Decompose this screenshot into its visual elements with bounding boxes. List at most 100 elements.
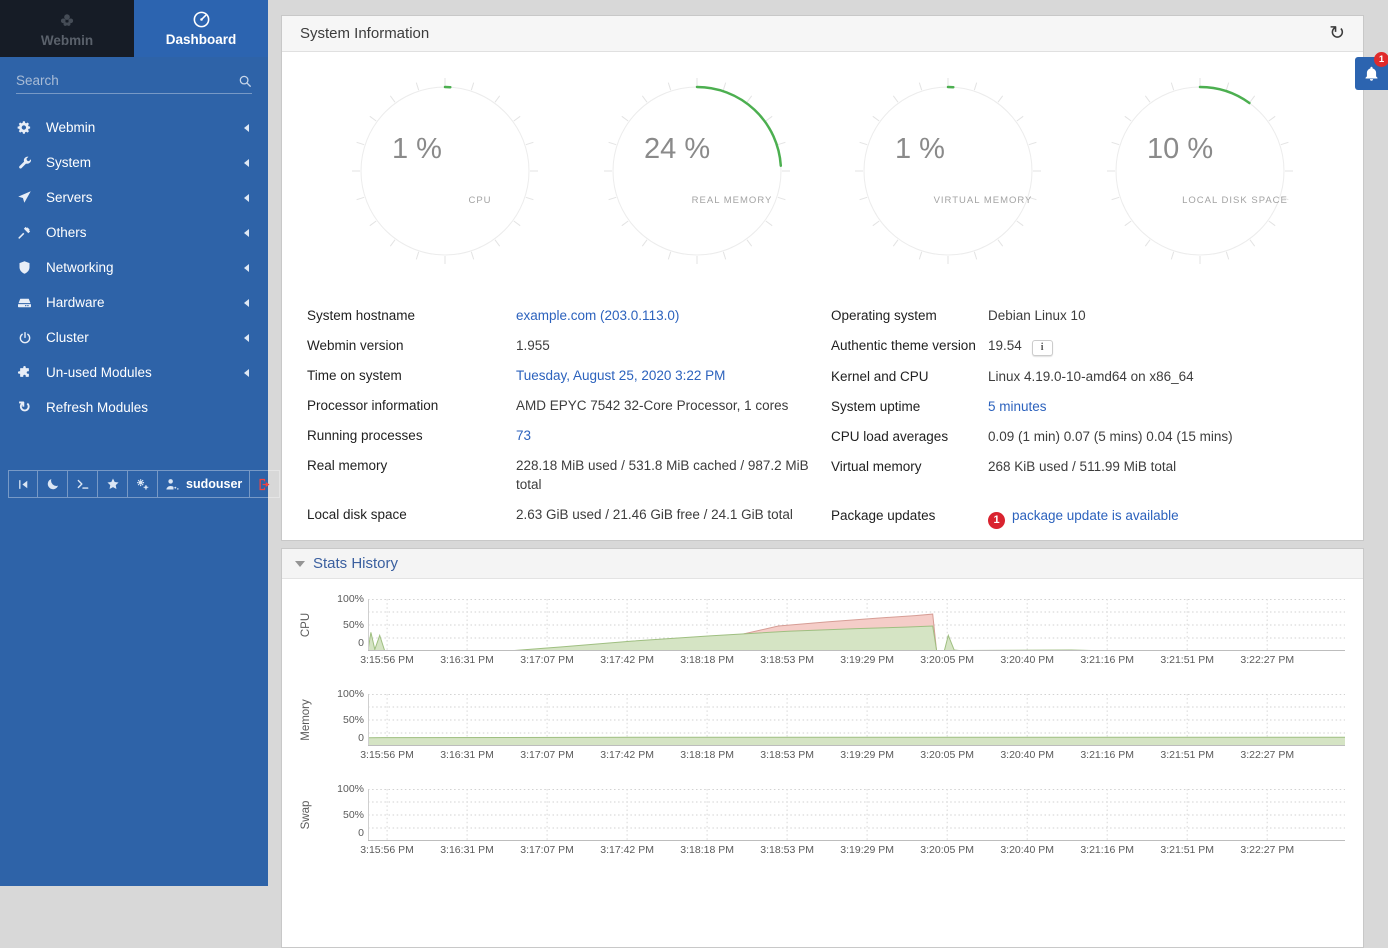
search-icon[interactable]: [238, 74, 252, 88]
info-row-processor-information: Processor informationAMD EPYC 7542 32-Co…: [307, 396, 831, 415]
info-link-time-on-system[interactable]: Tuesday, August 25, 2020 3:22 PM: [516, 368, 725, 383]
puzzle-icon: [16, 365, 33, 380]
chart-ytick: 0: [320, 732, 364, 744]
favorites-button[interactable]: [98, 470, 128, 498]
chart-xtick: 3:21:16 PM: [1080, 844, 1134, 856]
tab-webmin[interactable]: Webmin: [0, 0, 134, 57]
sidebar-nav: WebminSystem Servers Others NetworkingHardw…: [0, 110, 268, 425]
chart-plot-swap: [368, 789, 1345, 841]
info-value: 2.63 GiB used / 21.46 GiB free / 24.1 Gi…: [516, 505, 793, 524]
chart-xtick: 3:21:51 PM: [1160, 844, 1214, 856]
search-row: [16, 73, 252, 94]
stats-charts: CPU100%50%03:15:56 PM3:16:31 PM3:17:07 P…: [282, 579, 1363, 876]
search-input[interactable]: [16, 73, 238, 88]
info-link-running-processes[interactable]: 73: [516, 428, 531, 443]
info-value: 268 KiB used / 511.99 MiB total: [988, 457, 1176, 476]
system-info-right-column: Operating systemDebian Linux 10 Authentic…: [831, 306, 1338, 540]
submenu-caret-icon: [240, 159, 249, 167]
chart-xtick: 3:18:18 PM: [680, 654, 734, 666]
refresh-page-button[interactable]: ↻: [1329, 24, 1345, 43]
chart-xtick: 3:17:07 PM: [520, 844, 574, 856]
chart-xtick: 3:17:42 PM: [600, 749, 654, 761]
chart-ytick: 50%: [320, 714, 364, 726]
sidebar-item-others[interactable]: Others: [0, 215, 268, 250]
notifications-button[interactable]: 1: [1355, 57, 1388, 90]
info-label: Local disk space: [307, 505, 516, 524]
sidebar-item-hardware[interactable]: Hardware: [0, 285, 268, 320]
logout-icon: [257, 477, 272, 492]
tab-webmin-label: Webmin: [41, 33, 93, 48]
system-information-panel: System Information ↻ 1 %CPU24 %REAL MEMO…: [281, 15, 1364, 541]
collapse-navigation-button[interactable]: [8, 470, 38, 498]
info-label: Webmin version: [307, 336, 516, 355]
svg-text:LOCAL DISK SPACE: LOCAL DISK SPACE: [1182, 195, 1288, 206]
chart-xtick: 3:15:56 PM: [360, 749, 414, 761]
user-button[interactable]: sudouser: [158, 470, 250, 498]
info-label: System hostname: [307, 306, 516, 325]
info-label: Package updates: [831, 506, 988, 529]
sidebar-item-system[interactable]: System: [0, 145, 268, 180]
gauges-row: 1 %CPU24 %REAL MEMORY1 %VIRTUAL MEMORY10…: [282, 52, 1363, 266]
logout-button[interactable]: [250, 470, 280, 498]
info-text: 1.955: [516, 338, 550, 353]
submenu-caret-icon: [240, 299, 249, 307]
gauge-real-memory: 24 %REAL MEMORY: [602, 76, 792, 266]
chart-ytick: 0: [320, 637, 364, 649]
terminal-button[interactable]: [68, 470, 98, 498]
stats-history-panel: Stats History CPU100%50%03:15:56 PM3:16:…: [281, 548, 1364, 948]
chart-memory: Memory100%50%03:15:56 PM3:16:31 PM3:17:0…: [282, 686, 1363, 781]
power-icon: [16, 331, 33, 345]
sidebar-item-networking[interactable]: Networking: [0, 250, 268, 285]
stats-history-header[interactable]: Stats History: [282, 549, 1363, 579]
sidebar-item-un-used-modules[interactable]: Un-used Modules: [0, 355, 268, 390]
sidebar-tabs: Webmin Dashboard: [0, 0, 268, 57]
chart-ytick: 50%: [320, 619, 364, 631]
sidebar-item-label: Others: [46, 225, 240, 240]
sidebar: Webmin Dashboard WebminSystemServersOthe…: [0, 0, 268, 886]
info-row-local-disk-space: Local disk space2.63 GiB used / 21.46 Gi…: [307, 505, 831, 524]
chart-ytick: 0: [320, 827, 364, 839]
sidebar-item-servers[interactable]: Servers: [0, 180, 268, 215]
chart-xtick: 3:20:05 PM: [920, 654, 974, 666]
submenu-caret-icon: [240, 194, 249, 202]
night-mode-button[interactable]: [38, 470, 68, 498]
info-row-operating-system: Operating systemDebian Linux 10: [831, 306, 1338, 325]
info-link-system-uptime[interactable]: 5 minutes: [988, 399, 1047, 414]
chart-ytick: 100%: [320, 688, 364, 700]
theme-info-button[interactable]: i: [1032, 340, 1053, 356]
sidebar-item-cluster[interactable]: Cluster: [0, 320, 268, 355]
chart-ytick: 100%: [320, 593, 364, 605]
chart-xtick: 3:18:18 PM: [680, 749, 734, 761]
chart-axis-title: Memory: [300, 690, 314, 750]
bell-icon: [1363, 65, 1380, 82]
sidebar-item-refresh-modules[interactable]: ↻Refresh Modules: [0, 390, 268, 425]
chart-xtick: 3:21:51 PM: [1160, 654, 1214, 666]
chart-xtick: 3:18:53 PM: [760, 844, 814, 856]
sidebar-item-label: Cluster: [46, 330, 240, 345]
info-link-system-hostname[interactable]: example.com (203.0.113.0): [516, 308, 679, 323]
info-value: 1package update is available: [988, 506, 1179, 529]
info-text: 0.09 (1 min) 0.07 (5 mins) 0.04 (15 mins…: [988, 429, 1233, 444]
gauge-cpu: 1 %CPU: [350, 76, 540, 266]
info-label: Virtual memory: [831, 457, 988, 476]
gear-icon: [16, 120, 33, 135]
theme-settings-button[interactable]: [128, 470, 158, 498]
tools-icon: [16, 225, 33, 240]
webmin-logo-icon: [57, 10, 77, 30]
sidebar-item-label: Servers: [46, 190, 240, 205]
gauge-virtual-memory: 1 %VIRTUAL MEMORY: [853, 76, 1043, 266]
info-link-package-updates[interactable]: package update is available: [1012, 508, 1179, 523]
sidebar-toolbar: sudouser: [8, 470, 280, 498]
sidebar-item-webmin[interactable]: Webmin: [0, 110, 268, 145]
chart-ytick: 100%: [320, 783, 364, 795]
info-value: 5 minutes: [988, 397, 1047, 416]
chart-xtick: 3:16:31 PM: [440, 844, 494, 856]
info-value: Linux 4.19.0-10-amd64 on x86_64: [988, 367, 1194, 386]
tab-dashboard[interactable]: Dashboard: [134, 0, 268, 57]
info-label: Authentic theme version: [831, 336, 988, 356]
info-text: AMD EPYC 7542 32-Core Processor, 1 cores: [516, 398, 788, 413]
info-value: 19.54i: [988, 336, 1053, 356]
info-row-system-hostname: System hostnameexample.com (203.0.113.0): [307, 306, 831, 325]
chart-xtick: 3:15:56 PM: [360, 844, 414, 856]
chart-xtick: 3:16:31 PM: [440, 654, 494, 666]
